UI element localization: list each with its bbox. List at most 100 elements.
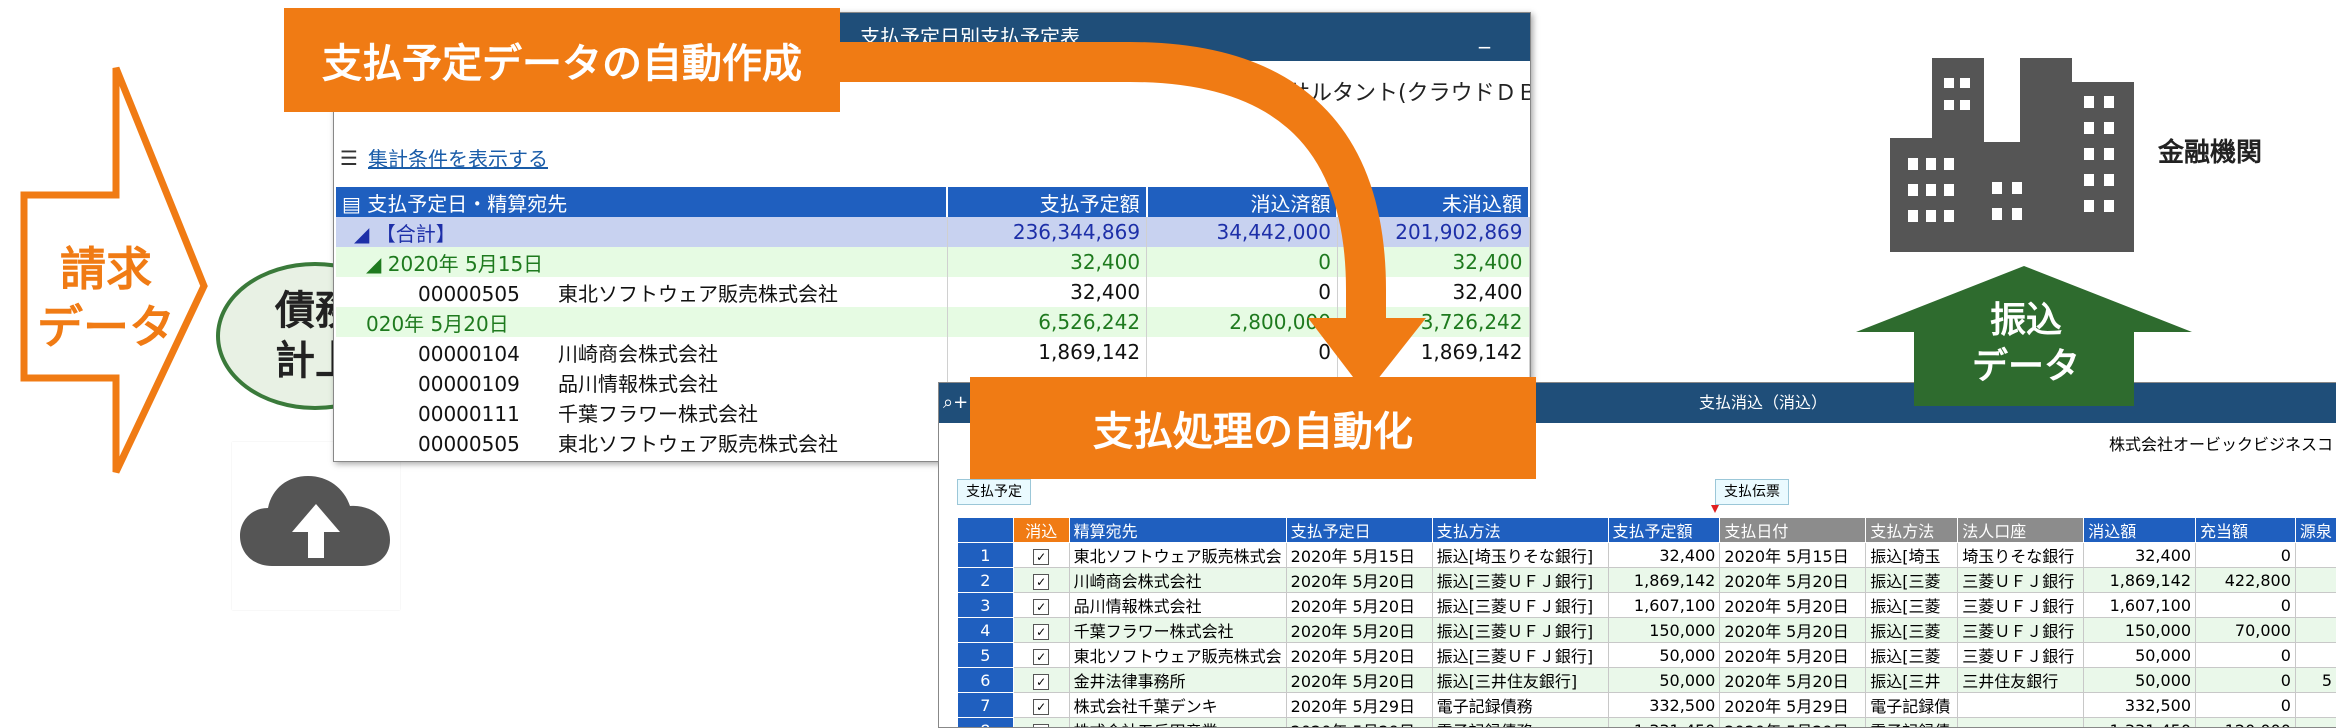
cell-amount: 1,607,100: [1608, 593, 1720, 618]
transfer-line2: データ: [1936, 344, 2116, 390]
checkbox-check-icon[interactable]: ✓: [1033, 674, 1049, 690]
col-plan-date[interactable]: 支払予定日: [1286, 518, 1432, 543]
zoom-icon[interactable]: ⌕+: [943, 383, 968, 423]
cell-applied: 0: [2196, 668, 2296, 693]
cell-account: 三井住友銀行: [1958, 668, 2084, 693]
cell-pay-date: 2020年 5月20日: [1720, 568, 1866, 593]
clear-checkbox[interactable]: ✓: [1013, 543, 1069, 568]
col-account[interactable]: 法人口座: [1958, 518, 2084, 543]
col-index: [958, 518, 1014, 543]
col-pay-date[interactable]: 支払日付: [1720, 518, 1866, 543]
cell-withholding: [2295, 718, 2336, 728]
tag-plan[interactable]: 支払予定: [957, 479, 1031, 505]
cell-account: [1958, 693, 2084, 718]
cell-method: 電子記録債務: [1432, 693, 1608, 718]
checkbox-check-icon[interactable]: ✓: [1033, 574, 1049, 590]
col-payee[interactable]: 精算宛先: [1069, 518, 1286, 543]
cell-method: 振込[三菱ＵＦＪ銀行]: [1432, 618, 1608, 643]
cell-withholding: [2295, 643, 2336, 668]
clear-checkbox[interactable]: ✓: [1013, 618, 1069, 643]
cell-amount: 150,000: [1608, 618, 1720, 643]
cell-payee: 千葉フラワー株式会社: [1069, 618, 1286, 643]
cell-amount: 32,400: [1608, 543, 1720, 568]
checkbox-check-icon[interactable]: ✓: [1033, 599, 1049, 615]
row-index: 4: [958, 618, 1014, 643]
clearing-row[interactable]: 6✓金井法律事務所2020年 5月20日振込[三井住友銀行]50,0002020…: [958, 668, 2336, 693]
cell-cleared: 332,500: [2084, 693, 2196, 718]
cell-payee: 株式会社五反田産業: [1069, 718, 1286, 728]
cell-pay-date: 2020年 5月29日: [1720, 693, 1866, 718]
clearing-company: 株式会社オービックビジネスコ: [2109, 431, 2333, 455]
cell-cleared: 50,000: [2084, 643, 2196, 668]
tag-slip[interactable]: 支払伝票: [1715, 479, 1789, 505]
col-applied[interactable]: 充当額: [2196, 518, 2296, 543]
clearing-row[interactable]: 5✓東北ソフトウェア販売株式会2020年 5月20日振込[三菱ＵＦＪ銀行]50,…: [958, 643, 2336, 668]
auto-process-label: 支払処理の自動化: [970, 377, 1536, 479]
clear-checkbox[interactable]: ✓: [1013, 668, 1069, 693]
cell-plan-date: 2020年 5月20日: [1286, 668, 1432, 693]
row-index: 6: [958, 668, 1014, 693]
cell-cleared: 1,869,142: [2084, 568, 2196, 593]
checkbox-check-icon[interactable]: ✓: [1033, 649, 1049, 665]
checkbox-check-icon[interactable]: ✓: [1033, 624, 1049, 640]
col-method[interactable]: 支払方法: [1432, 518, 1608, 543]
cell-method: 振込[三菱ＵＦＪ銀行]: [1432, 643, 1608, 668]
cell-payee: 東北ソフトウェア販売株式会: [1069, 543, 1286, 568]
cell-cleared: 50,000: [2084, 668, 2196, 693]
col-clear-check[interactable]: 消込: [1013, 518, 1069, 543]
cell-applied: 0: [2196, 593, 2296, 618]
cell-method: 電子記録債務: [1432, 718, 1608, 728]
cell-plan-date: 2020年 5月15日: [1286, 543, 1432, 568]
clearing-row[interactable]: 7✓株式会社千葉デンキ2020年 5月29日電子記録債務332,5002020年…: [958, 693, 2336, 718]
cell-cleared: 150,000: [2084, 618, 2196, 643]
cell-pay-date: 2020年 5月15日: [1720, 543, 1866, 568]
cell-method2: 振込[三菱: [1866, 643, 1958, 668]
col-cleared-amount[interactable]: 消込額: [2084, 518, 2196, 543]
cell-applied: 0: [2196, 543, 2296, 568]
clear-checkbox[interactable]: ✓: [1013, 693, 1069, 718]
cell-method2: 電子記録債: [1866, 718, 1958, 728]
cell-account: 三菱ＵＦＪ銀行: [1958, 568, 2084, 593]
cell-plan-date: 2020年 5月29日: [1286, 693, 1432, 718]
cell-applied: 70,000: [2196, 618, 2296, 643]
clearing-row[interactable]: 4✓千葉フラワー株式会社2020年 5月20日振込[三菱ＵＦＪ銀行]150,00…: [958, 618, 2336, 643]
cell-account: 三菱ＵＦＪ銀行: [1958, 618, 2084, 643]
cell-amount: 50,000: [1608, 668, 1720, 693]
cell-method: 振込[三菱ＵＦＪ銀行]: [1432, 593, 1608, 618]
col-amount[interactable]: 支払予定額: [1608, 518, 1720, 543]
clear-checkbox[interactable]: ✓: [1013, 718, 1069, 728]
cell-payee: 東北ソフトウェア販売株式会: [1069, 643, 1286, 668]
checkbox-check-icon[interactable]: ✓: [1033, 549, 1049, 565]
checkbox-check-icon[interactable]: ✓: [1033, 699, 1049, 715]
cell-plan-date: 2020年 5月20日: [1286, 593, 1432, 618]
row-index: 2: [958, 568, 1014, 593]
clearing-table: 消込 精算宛先 支払予定日 支払方法 支払予定額 支払日付 支払方法 法人口座 …: [957, 517, 2336, 728]
cell-method2: 振込[三菱: [1866, 618, 1958, 643]
cell-cleared: 32,400: [2084, 543, 2196, 568]
cell-account: 三菱ＵＦＪ銀行: [1958, 593, 2084, 618]
split-marker-icon: [1711, 505, 1719, 513]
cell-account: 埼玉りそな銀行: [1958, 543, 2084, 568]
cell-method: 振込[三井住友銀行]: [1432, 668, 1608, 693]
cell-plan-date: 2020年 5月20日: [1286, 643, 1432, 668]
cell-pay-date: 2020年 5月29日: [1720, 718, 1866, 728]
cell-applied: 422,800: [2196, 568, 2296, 593]
cell-method2: 振込[埼玉: [1866, 543, 1958, 568]
cell-amount: 332,500: [1608, 693, 1720, 718]
col-method2[interactable]: 支払方法: [1866, 518, 1958, 543]
clear-checkbox[interactable]: ✓: [1013, 643, 1069, 668]
row-index: 1: [958, 543, 1014, 568]
cell-account: [1958, 718, 2084, 728]
cell-plan-date: 2020年 5月20日: [1286, 618, 1432, 643]
cell-method: 振込[三菱ＵＦＪ銀行]: [1432, 568, 1608, 593]
clear-checkbox[interactable]: ✓: [1013, 593, 1069, 618]
transfer-line1: 振込: [1936, 298, 2116, 344]
col-withholding[interactable]: 源泉: [2295, 518, 2336, 543]
clear-checkbox[interactable]: ✓: [1013, 568, 1069, 593]
clearing-row[interactable]: 1✓東北ソフトウェア販売株式会2020年 5月15日振込[埼玉りそな銀行]32,…: [958, 543, 2336, 568]
cell-amount: 1,869,142: [1608, 568, 1720, 593]
clearing-row[interactable]: 8✓株式会社五反田産業2020年 5月29日電子記録債務1,331,450202…: [958, 718, 2336, 728]
clearing-row[interactable]: 2✓川崎商会株式会社2020年 5月20日振込[三菱ＵＦＪ銀行]1,869,14…: [958, 568, 2336, 593]
cell-withholding: 5: [2295, 668, 2336, 693]
clearing-row[interactable]: 3✓品川情報株式会社2020年 5月20日振込[三菱ＵＦＪ銀行]1,607,10…: [958, 593, 2336, 618]
